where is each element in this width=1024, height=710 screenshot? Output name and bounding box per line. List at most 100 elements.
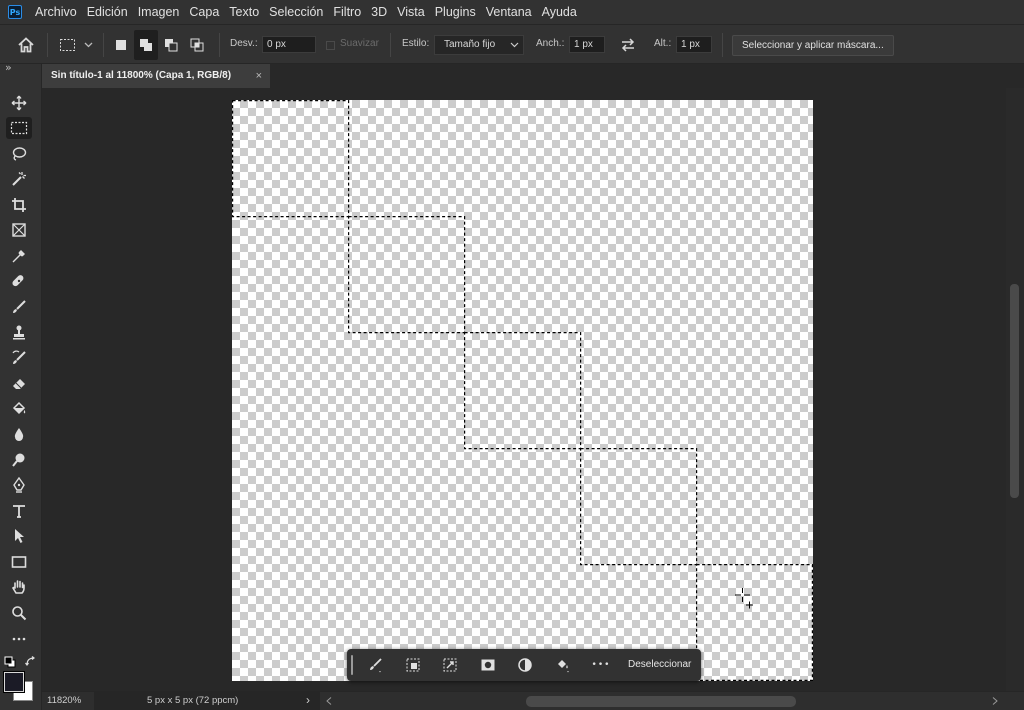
chevron-down-icon [510,42,519,48]
selection-square [580,448,698,566]
separator [103,33,104,57]
status-bar: 11820% 5 px x 5 px (72 ppcm) › [42,691,1024,710]
dodge-tool-icon[interactable] [6,449,32,471]
selection-marquee [232,100,813,681]
modify-selection-icon[interactable] [402,654,424,676]
style-label: Estilo: [402,38,430,49]
document-tab-title: Sin título-1 al 11800% (Capa 1, RGB/8) [51,70,232,81]
selection-square [347,215,466,334]
zoom-level[interactable]: 11820% [47,695,81,706]
menu-filtro[interactable]: Filtro [328,0,366,24]
rectangle-tool-icon[interactable] [6,551,32,573]
separator [47,33,48,57]
doc-info-field: 5 px x 5 px (72 ppcm) › [94,692,320,710]
feather-input[interactable]: 0 px [262,36,316,53]
deselect-button[interactable]: Deseleccionar [628,649,691,681]
width-input[interactable]: 1 px [569,36,605,53]
menu-3d[interactable]: 3D [366,0,392,24]
document-tab-bar: Sin título-1 al 11800% (Capa 1, RGB/8) × [42,64,1024,88]
spot-healing-brush-icon[interactable] [6,270,32,292]
separator [219,33,220,57]
swap-dimensions-icon[interactable] [619,25,637,65]
vertical-scrollbar[interactable] [1006,88,1024,691]
clone-stamp-tool-icon[interactable] [6,321,32,343]
pen-tool-icon[interactable] [6,474,32,496]
select-and-mask-button[interactable]: Seleccionar y aplicar máscara... [732,35,894,56]
paint-bucket-tool-icon[interactable] [6,398,32,420]
create-mask-icon[interactable] [477,654,499,676]
menu-capa[interactable]: Capa [184,0,224,24]
zoom-tool-icon[interactable] [6,602,32,624]
more-options-icon[interactable]: ••• [590,654,612,676]
more-tools-icon[interactable] [6,627,32,649]
crop-tool-icon[interactable] [6,194,32,216]
type-tool-icon[interactable] [6,500,32,522]
hand-tool-icon[interactable] [6,576,32,598]
tool-preset-picker[interactable] [58,25,96,65]
eyedropper-tool-icon[interactable] [6,245,32,267]
rectangular-marquee-tool-icon[interactable] [6,117,32,139]
foreground-color-swatch[interactable] [4,672,24,692]
transparent-canvas[interactable] [232,100,813,681]
menu-seleccion[interactable]: Selección [264,0,328,24]
select-subject-icon[interactable] [365,654,387,676]
adjustment-layer-icon[interactable] [514,654,536,676]
menu-ventana[interactable]: Ventana [481,0,537,24]
add-to-selection-icon[interactable] [134,30,158,60]
separator [390,33,391,57]
swap-colors-icon[interactable] [25,656,37,668]
photoshop-logo-icon[interactable]: Ps [8,5,22,19]
transform-selection-icon[interactable] [439,654,461,676]
fill-selection-icon[interactable] [552,654,574,676]
selection-square [464,332,582,450]
brush-tool-icon[interactable] [6,296,32,318]
intersect-selection-icon[interactable] [188,25,206,65]
height-input[interactable]: 1 px [676,36,712,53]
selection-square [696,564,813,681]
menu-bar: Ps Archivo Edición Imagen Capa Texto Sel… [0,0,1024,24]
history-brush-tool-icon[interactable] [6,347,32,369]
move-tool-icon[interactable] [6,92,32,114]
style-select[interactable]: Tamaño fijo [434,35,524,55]
close-tab-icon[interactable]: × [256,64,262,88]
document-size-info: 5 px x 5 px (72 ppcm) [147,695,239,706]
canvas-area[interactable]: ••• Deseleccionar [42,88,1006,691]
magic-wand-tool-icon[interactable] [6,168,32,190]
default-colors-icon[interactable] [4,656,16,668]
path-selection-tool-icon[interactable] [6,525,32,547]
tools-panel: » [0,61,42,710]
height-label: Alt.: [654,38,672,49]
menu-ayuda[interactable]: Ayuda [537,0,582,24]
vertical-scroll-thumb[interactable] [1010,284,1019,498]
menu-texto[interactable]: Texto [224,0,264,24]
menu-imagen[interactable]: Imagen [133,0,185,24]
eraser-tool-icon[interactable] [6,372,32,394]
antialias-label: Suavizar [340,38,379,49]
feather-label: Desv.: [230,38,258,49]
home-icon[interactable] [17,25,35,65]
menu-vista[interactable]: Vista [392,0,430,24]
status-menu-arrow-icon[interactable]: › [306,693,310,707]
subtract-from-selection-icon[interactable] [162,25,180,65]
lasso-tool-icon[interactable] [6,143,32,165]
collapse-panel-icon[interactable]: » [5,61,12,74]
color-swatches [3,655,39,705]
drag-handle[interactable] [351,655,353,675]
menu-edicion[interactable]: Edición [82,0,133,24]
menu-archivo[interactable]: Archivo [30,0,82,24]
selection-square [232,100,350,218]
separator [722,33,723,57]
style-select-value: Tamaño fijo [444,39,496,50]
scroll-right-icon[interactable] [992,697,998,705]
document-tab[interactable]: Sin título-1 al 11800% (Capa 1, RGB/8) × [42,64,270,88]
menu-plugins[interactable]: Plugins [430,0,481,24]
horizontal-scroll-thumb[interactable] [526,696,796,707]
frame-tool-icon[interactable] [6,219,32,241]
width-label: Anch.: [536,38,565,49]
blur-tool-icon[interactable] [6,423,32,445]
crosshair-cursor-icon [735,588,753,609]
contextual-task-bar: ••• Deseleccionar [347,649,701,681]
scroll-left-icon[interactable] [326,697,332,705]
new-selection-icon[interactable] [112,25,130,65]
antialias-checkbox[interactable] [326,25,335,65]
